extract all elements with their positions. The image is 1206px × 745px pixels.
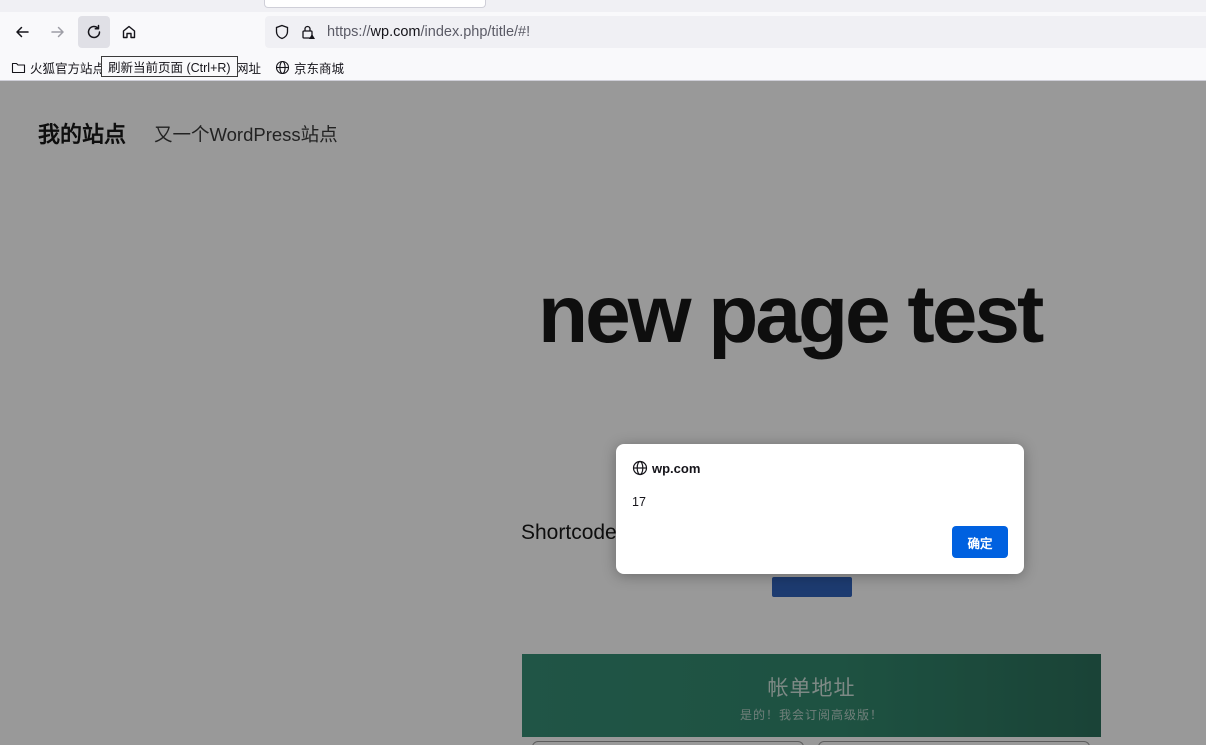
globe-icon — [632, 460, 648, 476]
lock-warning-icon[interactable] — [299, 23, 317, 41]
bookmark-label: 网址 — [236, 61, 262, 76]
url-path: /index.php/title/#! — [420, 24, 531, 40]
active-tab[interactable] — [264, 0, 486, 8]
arrow-left-icon — [16, 26, 29, 38]
dialog-message: 17 — [632, 495, 646, 509]
back-button[interactable] — [6, 16, 38, 48]
forward-button[interactable] — [42, 16, 74, 48]
home-button[interactable] — [113, 16, 145, 48]
url-host: wp.com — [370, 24, 421, 40]
home-icon — [122, 25, 136, 39]
modal-overlay — [0, 81, 1206, 745]
dialog-header: wp.com — [632, 460, 700, 476]
dialog-origin: wp.com — [652, 460, 701, 476]
folder-icon — [11, 62, 26, 73]
tracking-protection-shield-icon[interactable] — [273, 23, 291, 41]
arrow-right-icon — [51, 26, 64, 38]
alert-dialog: wp.com 17 确定 — [616, 444, 1024, 574]
url-text[interactable]: https://wp.com/index.php/title/#! — [327, 24, 530, 40]
reload-icon — [87, 24, 101, 39]
tab-strip — [0, 0, 1206, 12]
reload-button[interactable] — [78, 16, 110, 48]
globe-icon — [275, 60, 290, 74]
bookmark-firefox-official[interactable]: 火狐官方站点 — [11, 58, 105, 76]
url-scheme: https:// — [327, 24, 371, 40]
bookmark-jd[interactable]: 京东商城 — [275, 58, 344, 76]
bookmark-label: 火狐官方站点 — [30, 61, 106, 76]
ok-button[interactable]: 确定 — [952, 526, 1008, 558]
bookmark-urls[interactable]: 网址 — [236, 58, 261, 76]
address-bar[interactable]: https://wp.com/index.php/title/#! — [265, 16, 1206, 48]
reload-tooltip: 刷新当前页面 (Ctrl+R) — [101, 56, 238, 77]
bookmark-label: 京东商城 — [294, 61, 345, 76]
